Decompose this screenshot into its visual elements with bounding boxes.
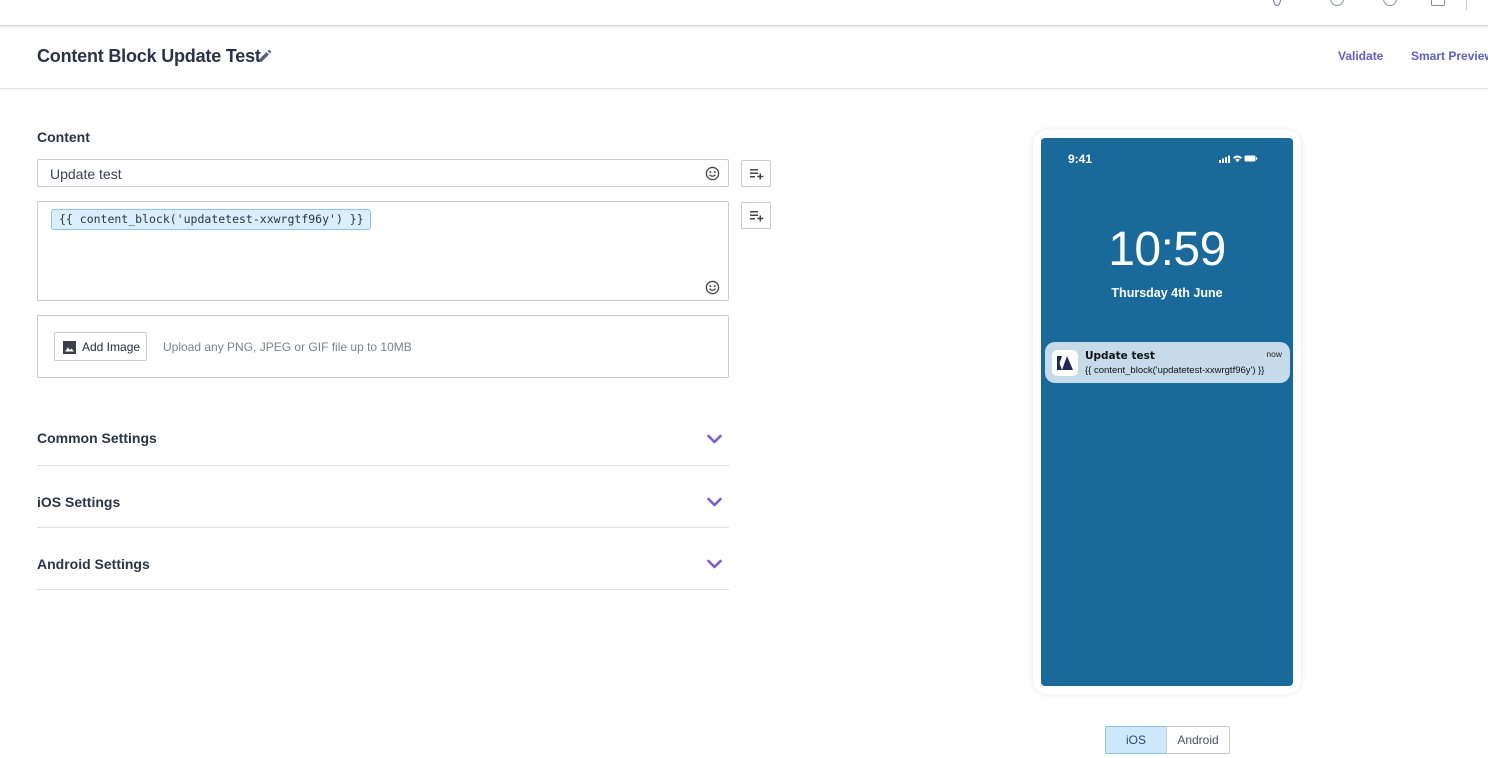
notification-icon[interactable]	[1273, 0, 1281, 6]
title-field[interactable]	[37, 159, 729, 187]
platform-toggle: iOS Android	[1105, 726, 1230, 754]
status-bar-time: 9:41	[1068, 152, 1093, 166]
image-upload-area[interactable]: Add Image Upload any PNG, JPEG or GIF fi…	[37, 315, 729, 378]
chevron-down-icon	[707, 497, 722, 507]
edit-pencil-icon[interactable]	[258, 49, 272, 63]
divider	[1466, 0, 1467, 10]
android-settings-accordion[interactable]: Android Settings	[37, 528, 729, 590]
playlist-add-icon	[750, 169, 764, 180]
chevron-down-icon	[707, 559, 722, 569]
smart-preview-button[interactable]: Smart Preview	[1411, 49, 1488, 63]
insert-personalization-button[interactable]	[741, 202, 771, 229]
app-logo-icon	[1052, 350, 1078, 376]
validate-button[interactable]: Validate	[1338, 49, 1383, 63]
lock-screen-clock: 10:59	[1108, 223, 1226, 276]
accordion-title: Common Settings	[37, 430, 157, 446]
add-image-button[interactable]: Add Image	[54, 332, 147, 361]
playlist-add-icon	[750, 211, 764, 222]
help-icon[interactable]	[1330, 0, 1344, 6]
emoji-picker-icon[interactable]	[705, 166, 720, 181]
title-input[interactable]	[48, 164, 688, 184]
accordion-title: Android Settings	[37, 556, 150, 572]
notification-title: Update test	[1085, 350, 1155, 362]
content-section-label: Content	[37, 129, 90, 145]
upload-hint: Upload any PNG, JPEG or GIF file up to 1…	[163, 340, 412, 354]
lock-screen-date: Thursday 4th June	[1111, 286, 1223, 300]
body-field[interactable]: {{ content_block('updatetest-xxwrgtf96y'…	[37, 201, 729, 301]
account-icon[interactable]	[1383, 0, 1397, 6]
insert-personalization-button[interactable]	[741, 160, 771, 187]
page-title: Content Block Update Test	[37, 46, 261, 66]
android-toggle-button[interactable]: Android	[1166, 726, 1230, 754]
emoji-picker-icon[interactable]	[705, 280, 720, 295]
apps-grid-icon[interactable]	[1431, 0, 1445, 6]
page-header: Content Block Update Test Validate Smart…	[0, 26, 1488, 89]
push-notification-preview: Update test now {{ content_block('update…	[1045, 342, 1290, 383]
ios-settings-accordion[interactable]: iOS Settings	[37, 466, 729, 528]
content-block-token[interactable]: {{ content_block('updatetest-xxwrgtf96y'…	[51, 209, 371, 230]
phone-preview: 9:41 10:59 Thursday 4th June Update test…	[1033, 130, 1301, 694]
notification-time: now	[1266, 349, 1282, 359]
accordion-title: iOS Settings	[37, 494, 121, 510]
status-bar-icons	[1219, 155, 1258, 163]
phone-lock-screen: 9:41 10:59 Thursday 4th June Update test…	[1041, 138, 1293, 686]
common-settings-accordion[interactable]: Common Settings	[37, 404, 729, 466]
top-nav-bar	[0, 0, 1488, 26]
notification-body: {{ content_block('updatetest-xxwrgtf96y'…	[1085, 365, 1265, 376]
chevron-down-icon	[707, 434, 722, 444]
ios-toggle-button[interactable]: iOS	[1105, 726, 1167, 754]
image-icon	[63, 341, 76, 354]
add-image-label: Add Image	[82, 340, 141, 354]
